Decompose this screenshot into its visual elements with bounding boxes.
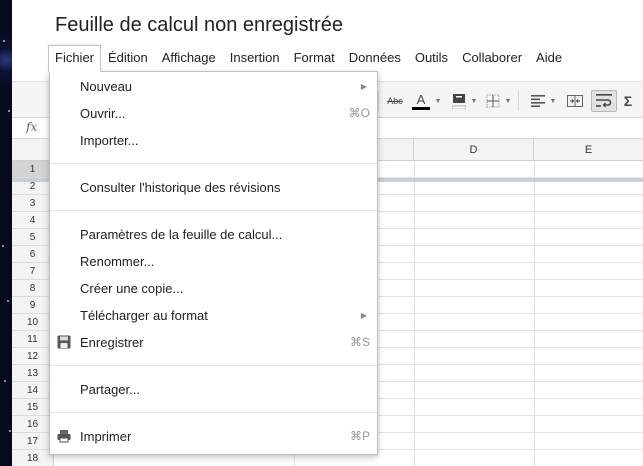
menu-item-share[interactable]: Partager... <box>50 376 377 402</box>
row-header[interactable]: 18 <box>12 450 54 466</box>
menu-item-revision-history[interactable]: Consulter l'historique des révisions <box>50 174 377 200</box>
chevron-down-icon[interactable]: ▼ <box>504 90 512 112</box>
menu-item-label: Partager... <box>80 381 140 397</box>
menu-separator <box>50 365 377 366</box>
menu-item-label: Enregistrer <box>80 334 144 350</box>
row-header[interactable]: 15 <box>12 399 54 416</box>
submenu-arrow-icon: ▶ <box>360 310 367 320</box>
borders-button[interactable] <box>482 90 504 112</box>
row-header[interactable]: 4 <box>12 212 54 229</box>
menu-bar: Fichier Édition Affichage Insertion Form… <box>48 45 569 72</box>
fill-color-icon <box>452 94 466 109</box>
menu-item-rename[interactable]: Renommer... <box>50 248 377 274</box>
menu-item-download-as[interactable]: Télécharger au format ▶ <box>50 302 377 328</box>
text-color-icon: A <box>416 91 426 107</box>
row-header[interactable]: 13 <box>12 365 54 382</box>
menu-item-label: Imprimer <box>80 428 132 444</box>
menu-file[interactable]: Fichier <box>48 45 102 72</box>
align-button[interactable] <box>527 90 549 112</box>
row-header[interactable]: 7 <box>12 263 54 280</box>
file-menu-dropdown: Nouveau ▶ Ouvrir... ⌘O Importer... Consu… <box>49 71 378 455</box>
row-header[interactable]: 3 <box>12 195 54 212</box>
chevron-down-icon[interactable]: ▼ <box>549 90 557 112</box>
document-title[interactable]: Feuille de calcul non enregistrée <box>55 14 343 37</box>
menu-separator <box>50 163 377 164</box>
menu-item-label: Importer... <box>80 132 139 148</box>
row-header[interactable]: 8 <box>12 280 54 297</box>
row-header[interactable]: 6 <box>12 246 54 263</box>
menu-item-make-copy[interactable]: Créer une copie... <box>50 275 377 301</box>
chevron-down-icon[interactable]: ▼ <box>470 90 478 112</box>
shortcut-label: ⌘S <box>349 335 370 349</box>
menu-item-label: Consulter l'historique des révisions <box>80 179 281 195</box>
menu-item-label: Ouvrir... <box>80 105 126 121</box>
menu-view[interactable]: Affichage <box>155 45 223 72</box>
menu-format[interactable]: Format <box>287 45 342 72</box>
menu-item-label: Nouveau <box>80 78 133 94</box>
desktop-background <box>0 0 12 466</box>
corner-cell[interactable] <box>12 139 54 161</box>
row-header[interactable]: 17 <box>12 433 54 450</box>
row-header[interactable]: 12 <box>12 348 54 365</box>
menu-separator <box>50 210 377 211</box>
column-header-d[interactable]: D <box>414 139 534 161</box>
printer-icon <box>57 430 71 443</box>
strikethrough-button[interactable]: Abc <box>384 90 406 112</box>
shortcut-label: ⌘O <box>348 106 370 120</box>
menu-edit[interactable]: Édition <box>101 45 155 72</box>
shortcut-label: ⌘P <box>349 429 370 443</box>
menu-collaborate[interactable]: Collaborer <box>455 45 529 72</box>
row-header[interactable]: 11 <box>12 331 54 348</box>
row-header[interactable]: 16 <box>12 416 54 433</box>
menu-help[interactable]: Aide <box>529 45 569 72</box>
sum-button[interactable]: Σ <box>620 90 636 112</box>
borders-icon <box>486 94 500 108</box>
menu-item-spreadsheet-settings[interactable]: Paramètres de la feuille de calcul... <box>50 221 377 247</box>
fx-icon: fx <box>26 120 38 134</box>
menu-separator <box>50 412 377 413</box>
merge-cells-icon <box>567 95 583 107</box>
menu-item-label: Renommer... <box>80 253 155 269</box>
column-header-e[interactable]: E <box>534 139 643 161</box>
menu-item-new[interactable]: Nouveau ▶ <box>50 73 377 99</box>
wrap-text-icon <box>596 94 612 108</box>
row-header[interactable]: 9 <box>12 297 54 314</box>
menu-item-save[interactable]: Enregistrer ⌘S <box>50 329 377 355</box>
text-color-button[interactable]: A <box>408 90 434 112</box>
wrap-text-button[interactable] <box>591 90 617 112</box>
chevron-down-icon[interactable]: ▼ <box>434 90 442 112</box>
floppy-disk-icon <box>57 335 71 349</box>
menu-data[interactable]: Données <box>342 45 408 72</box>
merge-cells-button[interactable] <box>564 90 586 112</box>
row-header[interactable]: 10 <box>12 314 54 331</box>
menu-item-label: Paramètres de la feuille de calcul... <box>80 226 283 242</box>
submenu-arrow-icon: ▶ <box>360 81 367 91</box>
text-color-swatch <box>412 106 430 110</box>
menu-tools[interactable]: Outils <box>408 45 455 72</box>
row-header[interactable]: 5 <box>12 229 54 246</box>
align-left-icon <box>531 95 545 107</box>
menu-insert[interactable]: Insertion <box>223 45 287 72</box>
toolbar-separator <box>378 91 379 111</box>
fill-color-button[interactable] <box>448 90 470 112</box>
menu-item-label: Créer une copie... <box>80 280 184 296</box>
menu-item-open[interactable]: Ouvrir... ⌘O <box>50 100 377 126</box>
toolbar-separator <box>518 91 519 111</box>
menu-item-print[interactable]: Imprimer ⌘P <box>50 423 377 449</box>
menu-item-import[interactable]: Importer... <box>50 127 377 153</box>
spreadsheet-app: Feuille de calcul non enregistrée Fichie… <box>12 0 643 466</box>
row-header[interactable]: 1 <box>12 161 54 178</box>
menu-item-label: Télécharger au format <box>80 307 208 323</box>
row-header[interactable]: 14 <box>12 382 54 399</box>
